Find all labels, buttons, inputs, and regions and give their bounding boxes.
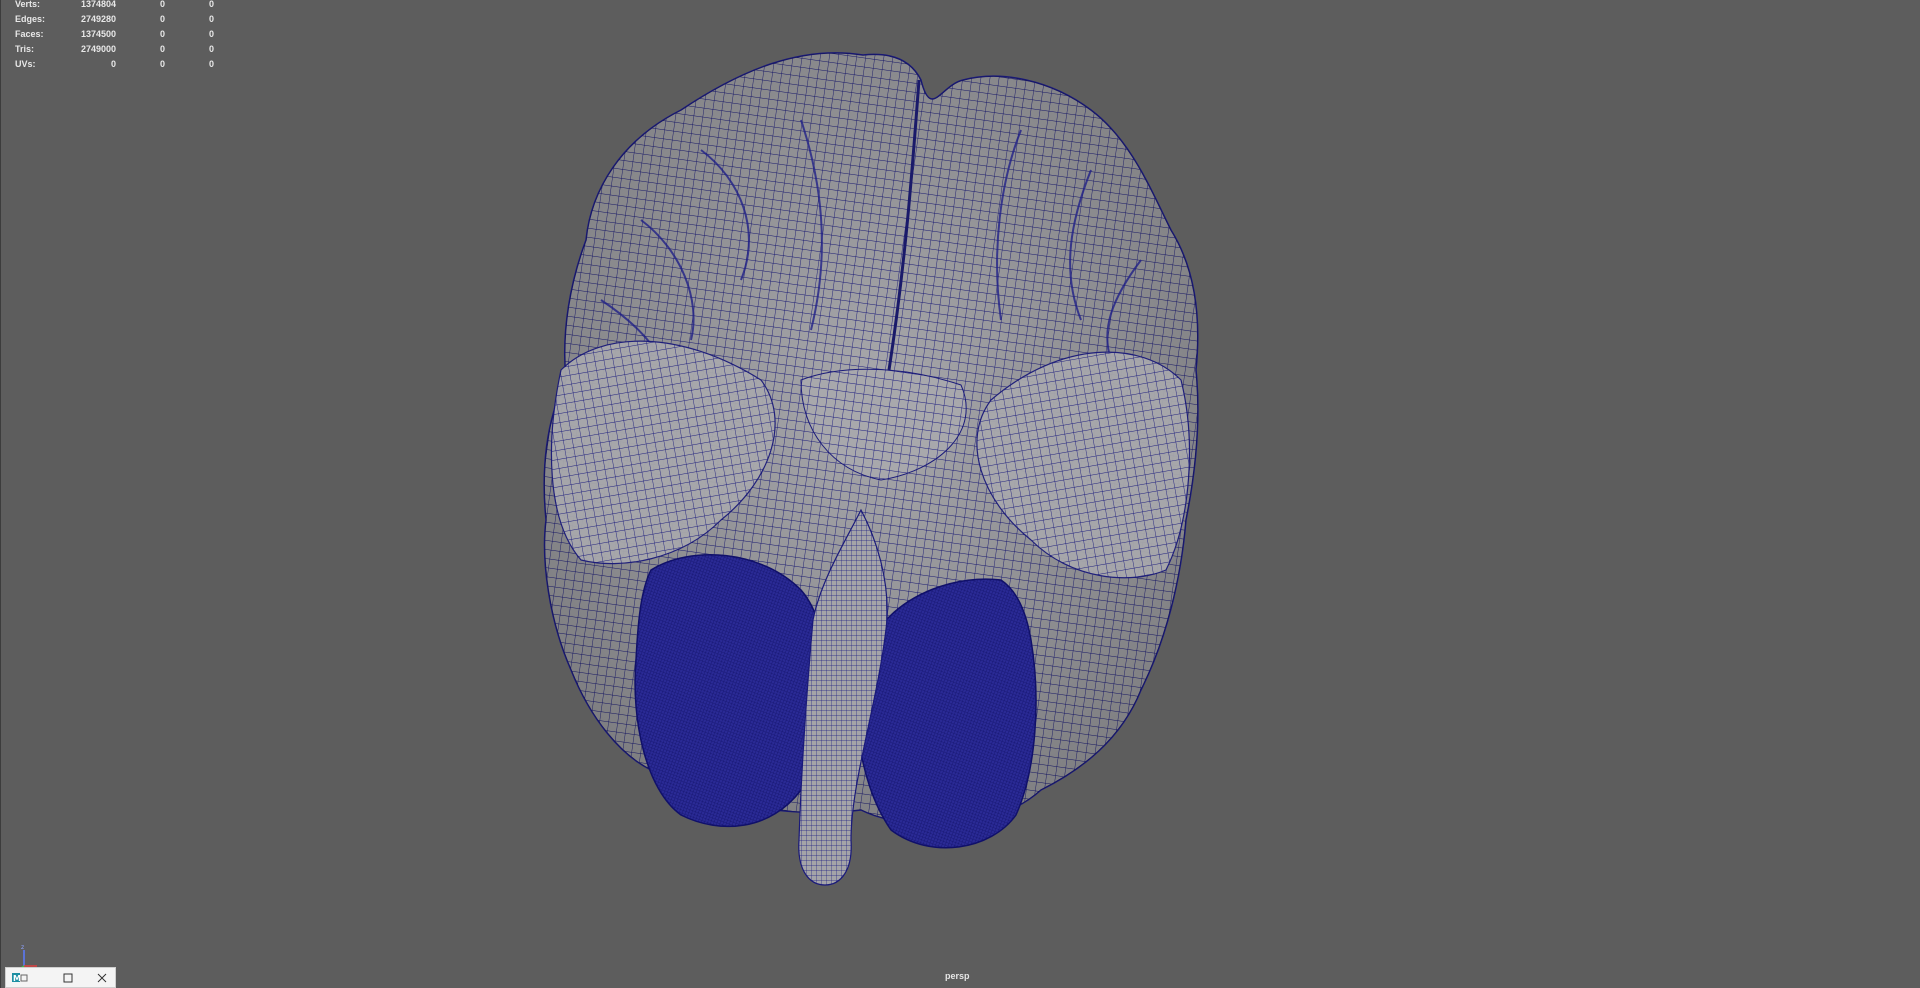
svg-text:z: z	[21, 944, 24, 951]
axis-gizmo-icon: z	[20, 944, 37, 968]
close-icon[interactable]	[90, 968, 114, 987]
hud-row: Tris: 2749000 0 0	[15, 45, 215, 60]
svg-text:M: M	[13, 974, 21, 983]
3d-viewport[interactable]: Verts: 1374804 0 0 Edges: 2749280 0 0 Faces: 1374…	[0, 0, 1920, 988]
camera-name-label: persp	[945, 971, 970, 981]
hud-row: Verts: 1374804 0 0	[15, 0, 215, 15]
hud-row: UVs: 0 0 0	[15, 60, 215, 75]
maximize-icon[interactable]	[56, 968, 80, 987]
hud-value-triangles: 0	[208, 0, 214, 9]
hud-row: Edges: 2749280 0 0	[15, 15, 215, 30]
hud-label: Tris:	[15, 44, 35, 54]
left-cerebellum	[634, 554, 827, 828]
hud-value-triangles: 0	[208, 14, 214, 24]
hud-label: Verts:	[15, 0, 41, 9]
maya-app-icon[interactable]: M	[8, 968, 32, 987]
hud-label: UVs:	[15, 59, 36, 69]
poly-count-hud: Verts: 1374804 0 0 Edges: 2749280 0 0 Faces: 1374…	[15, 0, 215, 75]
hud-value-triangles: 0	[208, 44, 214, 54]
brain-wireframe-mesh[interactable]	[1, 0, 1920, 988]
hud-row: Faces: 1374500 0 0	[15, 30, 215, 45]
hud-label: Edges:	[15, 14, 46, 24]
minimized-window-bar[interactable]: M	[5, 967, 116, 988]
hud-label: Faces:	[15, 29, 44, 39]
hud-value-triangles: 0	[208, 59, 214, 69]
hud-value-triangles: 0	[208, 29, 214, 39]
